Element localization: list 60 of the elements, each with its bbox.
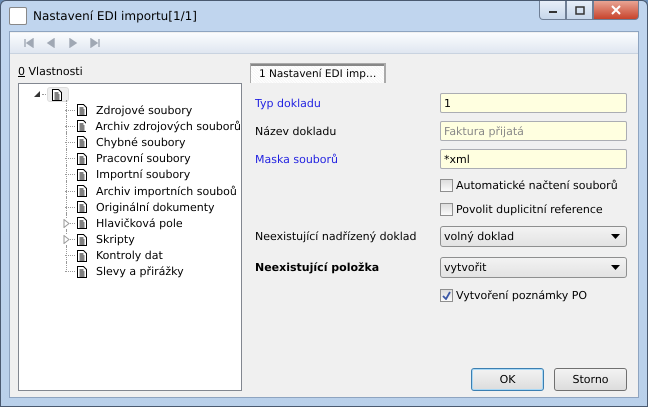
field-label: Název dokladu bbox=[255, 124, 338, 138]
field-label: Maska souborů bbox=[255, 152, 340, 166]
document-icon bbox=[77, 234, 87, 246]
dropdown-arrow-icon bbox=[611, 234, 620, 239]
maximize-icon bbox=[574, 6, 584, 14]
tree-item[interactable]: Skripty bbox=[96, 233, 135, 246]
collapse-icon[interactable] bbox=[33, 90, 41, 98]
app-logo-icon bbox=[9, 7, 27, 25]
input-field[interactable]: *xml bbox=[440, 149, 627, 169]
dropdown-arrow-icon bbox=[611, 265, 620, 270]
document-icon bbox=[77, 217, 87, 230]
tree-item[interactable]: Pracovní soubory bbox=[96, 152, 191, 166]
tree-root-node[interactable] bbox=[47, 86, 69, 102]
checkbox[interactable]: Vytvoření poznámky PO bbox=[440, 288, 588, 302]
dialog-button[interactable]: OK bbox=[471, 368, 544, 391]
field-label: Typ dokladu bbox=[255, 96, 322, 110]
document-icon bbox=[77, 201, 87, 214]
maximize-button[interactable] bbox=[566, 1, 593, 20]
close-button[interactable] bbox=[593, 1, 639, 20]
tree-item[interactable]: Kontroly dat bbox=[96, 249, 163, 262]
window-title: Nastavení EDI importu[1/1] bbox=[33, 9, 198, 23]
next-record-icon bbox=[68, 38, 78, 48]
dialog-button[interactable]: Storno bbox=[554, 368, 627, 391]
tree-item[interactable]: Chybné soubory bbox=[96, 136, 186, 149]
input-field[interactable]: 1 bbox=[440, 93, 627, 113]
field-label: Neexistující položka bbox=[255, 261, 380, 274]
document-icon bbox=[77, 136, 87, 148]
document-icon bbox=[76, 120, 86, 132]
document-icon bbox=[77, 266, 87, 278]
checkmark-icon bbox=[442, 290, 451, 300]
first-record-icon bbox=[24, 38, 34, 48]
document-icon bbox=[77, 185, 87, 198]
document-icon bbox=[52, 88, 62, 100]
document-icon bbox=[77, 250, 87, 262]
checkbox[interactable]: Povolit duplicitní reference bbox=[440, 202, 603, 216]
dropdown[interactable]: vytvořit bbox=[440, 257, 627, 278]
document-icon bbox=[77, 152, 87, 165]
field-label: Neexistující nadřízený doklad bbox=[255, 230, 418, 243]
close-icon bbox=[610, 5, 622, 15]
checkbox-box[interactable] bbox=[440, 202, 453, 216]
document-icon bbox=[77, 104, 87, 116]
checkbox-box[interactable] bbox=[440, 178, 453, 192]
tree-item[interactable]: Slevy a přirážky bbox=[96, 265, 184, 278]
tree-item[interactable]: Originální dokumenty bbox=[96, 200, 215, 214]
tree-item[interactable]: Archiv zdrojových souborů bbox=[95, 120, 241, 133]
expand-icon[interactable] bbox=[63, 218, 70, 228]
tree-item[interactable]: Archiv importních souboů bbox=[96, 184, 237, 198]
expand-icon[interactable] bbox=[63, 235, 70, 244]
tab[interactable]: 1 Nastavení EDI imp… bbox=[250, 63, 386, 83]
checkbox[interactable]: Automatické načtení souborů bbox=[440, 178, 618, 192]
tree-item[interactable]: Hlavičková pole bbox=[96, 216, 183, 230]
tree-item[interactable]: Importní soubory bbox=[96, 168, 190, 182]
minimize-button[interactable] bbox=[539, 1, 566, 20]
document-icon bbox=[77, 168, 87, 181]
checkbox-box[interactable] bbox=[440, 288, 453, 302]
tree-item[interactable]: Zdrojové soubory bbox=[96, 104, 192, 117]
dropdown[interactable]: volný doklad bbox=[440, 226, 627, 247]
panel-label: 0 Vlastnosti bbox=[18, 65, 84, 79]
last-record-icon bbox=[90, 38, 100, 48]
prev-record-icon bbox=[46, 38, 56, 48]
